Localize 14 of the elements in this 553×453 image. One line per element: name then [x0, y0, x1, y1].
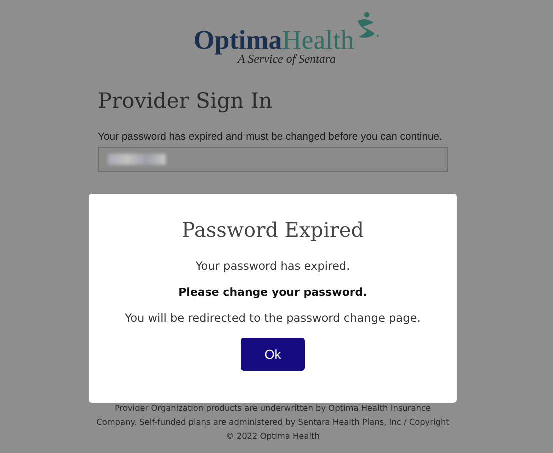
footer-text: © 2022 Optima Health [226, 430, 320, 443]
logo-tagline: A Service of Sentara [238, 52, 336, 67]
username-field[interactable] [98, 147, 448, 172]
footer-text: Company. Self-funded plans are administered by Sentara Health Plans, Inc / Copyright [96, 416, 450, 429]
ok-button[interactable]: Ok [241, 338, 305, 371]
footer-text: Provider Organization products are underwritten by Optima Health Insurance [114, 402, 432, 415]
dialog-text: Please change your password. [178, 286, 368, 299]
logo-wordmark: OptimaHealth [194, 26, 354, 54]
dialog-text: Your password has expired. [196, 260, 350, 273]
redacted-value [108, 154, 166, 165]
page-heading: Provider Sign In [98, 88, 274, 115]
dialog-title: Password Expired [182, 218, 364, 242]
dialog-text: You will be redirected to the password change page. [125, 312, 421, 325]
expired-message: Your password has expired and must be changed before you can continue. [98, 132, 442, 143]
